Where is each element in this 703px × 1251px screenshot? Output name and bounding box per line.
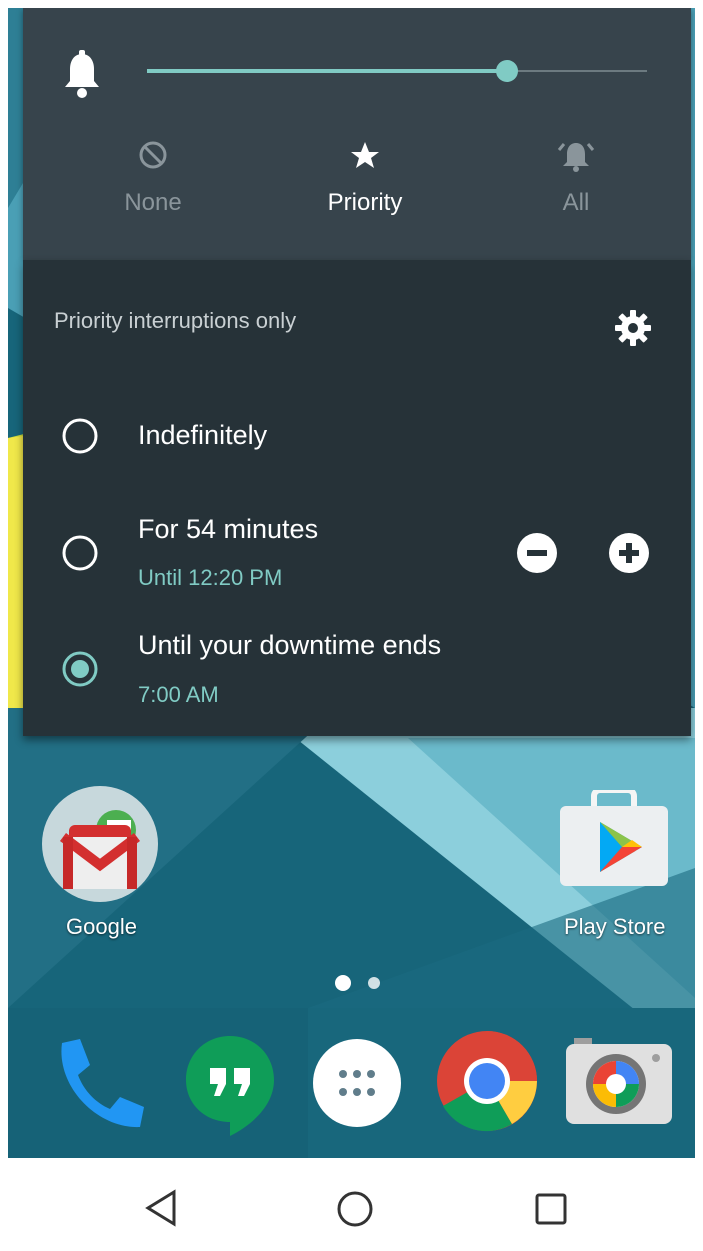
ringing-bell-icon: [557, 143, 595, 172]
minus-circle-icon[interactable]: [515, 531, 559, 575]
app-label-google[interactable]: Google: [66, 914, 137, 940]
dnd-panel: Priority interruptions only Indefinitely…: [23, 260, 691, 736]
bell-icon[interactable]: [62, 50, 102, 100]
camera-icon[interactable]: [566, 1038, 672, 1124]
google-folder-icon[interactable]: [41, 785, 159, 903]
settings-gear-icon[interactable]: [613, 308, 653, 348]
mode-priority[interactable]: Priority: [290, 138, 440, 217]
back-icon[interactable]: [142, 1188, 182, 1228]
mode-all[interactable]: All: [501, 138, 651, 217]
plus-circle-icon[interactable]: [607, 531, 651, 575]
radio-indefinitely[interactable]: [61, 417, 99, 455]
radio-duration[interactable]: [61, 534, 99, 572]
app-drawer-icon[interactable]: [312, 1038, 402, 1128]
mode-none[interactable]: None: [78, 138, 228, 217]
hangouts-icon[interactable]: [184, 1034, 276, 1138]
option-duration-title[interactable]: For 54 minutes: [138, 514, 318, 545]
volume-thumb[interactable]: [496, 60, 518, 82]
mode-none-label: None: [124, 189, 182, 216]
option-downtime-subtitle: 7:00 AM: [138, 682, 219, 707]
volume-fill: [147, 69, 507, 73]
page-indicator-dot-current: [335, 975, 351, 991]
option-duration-subtitle: Until 12:20 PM: [138, 565, 283, 590]
home-icon[interactable]: [336, 1190, 374, 1228]
app-label-play-store[interactable]: Play Store: [564, 914, 666, 940]
mode-all-label: All: [562, 189, 590, 216]
option-indefinitely-title[interactable]: Indefinitely: [138, 420, 267, 451]
phone-screen: None Priority All Priority interruptions…: [8, 8, 695, 1243]
dnd-title: Priority interruptions only: [54, 308, 297, 333]
mode-priority-label: Priority: [327, 189, 403, 216]
volume-panel: None Priority All: [23, 8, 691, 260]
volume-slider[interactable]: [147, 58, 647, 86]
radio-downtime-selected[interactable]: [61, 650, 99, 688]
chrome-icon[interactable]: [436, 1030, 538, 1132]
star-icon: [351, 142, 379, 168]
play-store-icon[interactable]: [560, 787, 668, 888]
page-indicator-dot: [368, 977, 380, 989]
option-downtime-title[interactable]: Until your downtime ends: [138, 630, 441, 661]
block-icon: [139, 141, 167, 169]
recents-icon[interactable]: [534, 1192, 568, 1226]
phone-icon[interactable]: [48, 1033, 148, 1133]
